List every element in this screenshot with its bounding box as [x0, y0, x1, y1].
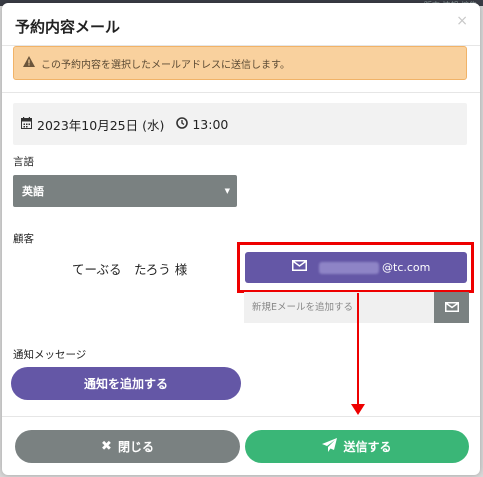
modal-title: 予約内容メール — [15, 18, 121, 36]
highlight-frame — [237, 242, 474, 293]
paper-plane-icon — [322, 437, 338, 456]
close-icon[interactable]: × — [456, 13, 468, 29]
customer-label: 顧客 — [13, 233, 34, 245]
notification-label: 通知メッセージ — [13, 349, 87, 361]
add-notification-button[interactable]: 通知を追加する — [11, 367, 241, 400]
reservation-datetime: 2023年10月25日 (水) 13:00 — [13, 103, 467, 145]
send-button[interactable]: 送信する — [245, 430, 469, 463]
customer-name: てーぶる たろう 様 — [72, 262, 188, 277]
new-email-input[interactable] — [244, 292, 434, 323]
calendar-icon — [21, 116, 32, 132]
footer-divider — [2, 416, 480, 417]
reservation-date: 2023年10月25日 (水) — [37, 117, 165, 133]
language-select[interactable]: 英語 ▼ — [13, 175, 237, 207]
envelope-icon — [444, 301, 459, 315]
add-email-button[interactable] — [434, 292, 469, 323]
send-button-label: 送信する — [343, 440, 392, 454]
warning-icon — [23, 56, 35, 70]
alert-divider — [2, 92, 480, 93]
caret-down-icon: ▼ — [224, 187, 230, 195]
x-icon: ✖ — [101, 439, 112, 454]
annotation-arrow-line — [357, 293, 359, 405]
info-alert: この予約内容を選択したメールアドレスに送信します。 — [13, 46, 467, 80]
close-button[interactable]: ✖ 閉じる — [15, 430, 240, 463]
clock-icon — [176, 116, 189, 132]
language-label: 言語 — [13, 156, 34, 168]
reservation-time: 13:00 — [192, 116, 229, 132]
reservation-email-modal: 予約内容メール × この予約内容を選択したメールアドレスに送信します。 2023… — [2, 3, 480, 475]
language-selected-value: 英語 — [22, 185, 44, 198]
close-button-label: 閉じる — [117, 440, 154, 454]
alert-text: この予約内容を選択したメールアドレスに送信します。 — [41, 59, 290, 71]
annotation-arrow-head — [351, 404, 365, 415]
